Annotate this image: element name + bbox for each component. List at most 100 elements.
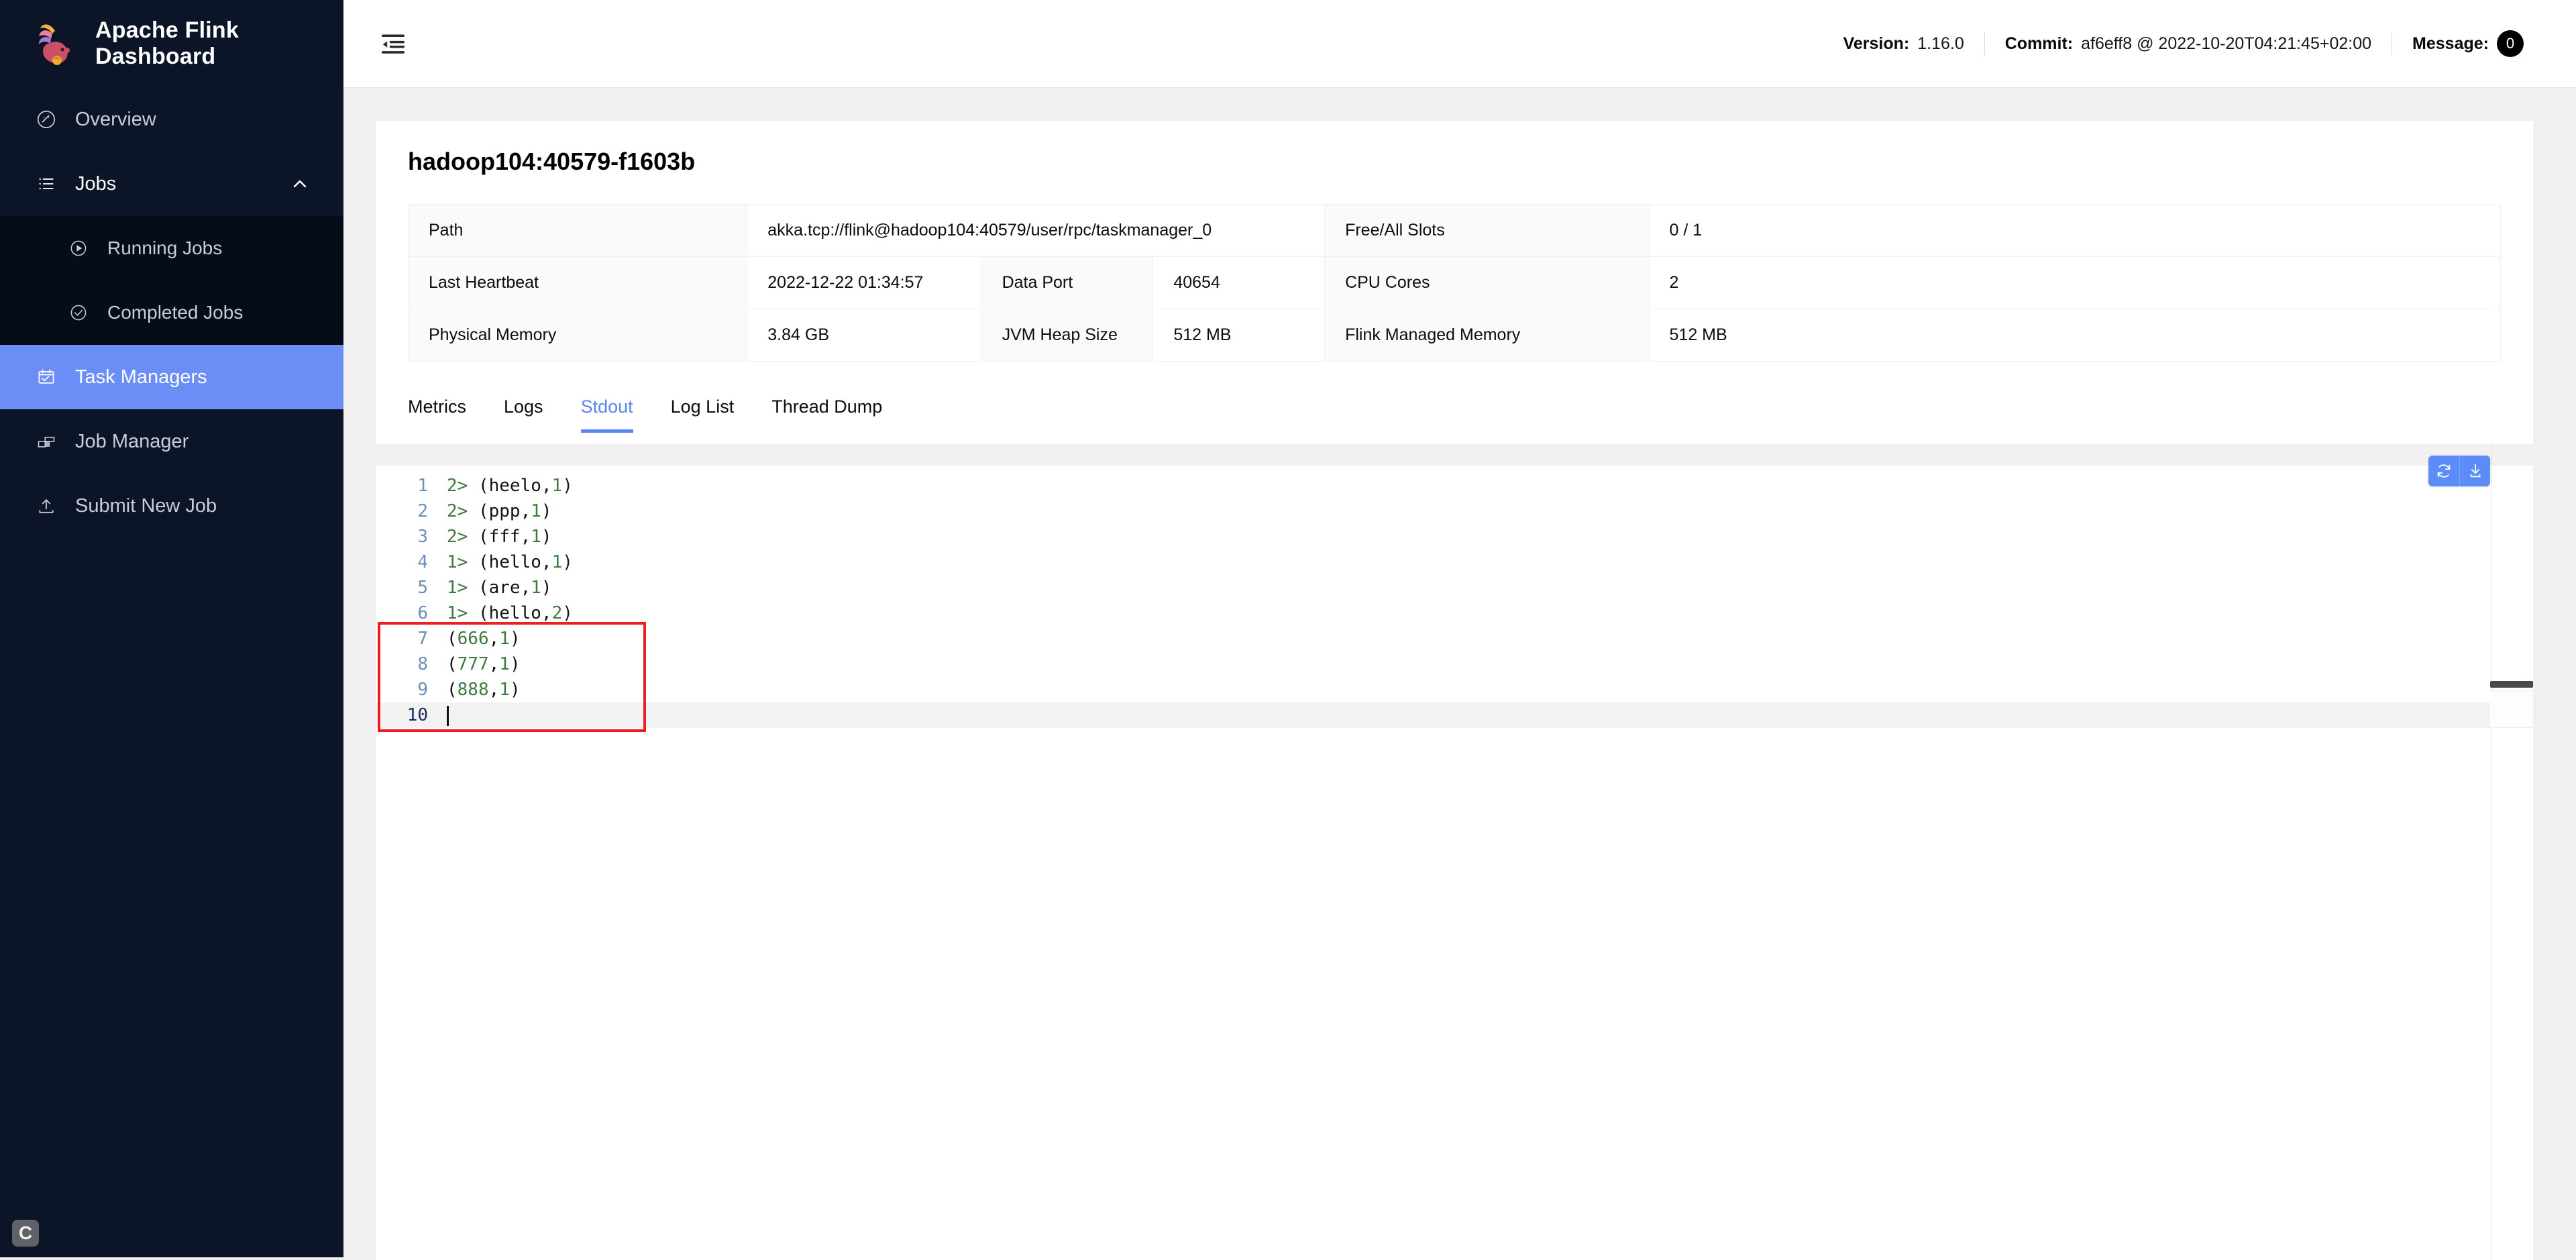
- code-line[interactable]: 9 (888,1): [376, 677, 2533, 702]
- viewer-top-strip: [376, 445, 2533, 466]
- detail-tabs: Metrics Logs Stdout Log List Thread Dump: [376, 390, 2533, 445]
- top-header: Version: 1.16.0 Commit: af6eff8 @ 2022-1…: [343, 0, 2576, 88]
- job-manager-icon: [35, 430, 58, 453]
- line-number: 7: [417, 629, 428, 649]
- code-line[interactable]: 5 1> (are,1): [376, 575, 2533, 600]
- sidebar-item-label: Running Jobs: [107, 238, 223, 258]
- sidebar-item-label: Completed Jobs: [107, 302, 244, 323]
- version-value: 1.16.0: [1917, 34, 1964, 53]
- info-value-cell: 2: [1648, 256, 2502, 309]
- text-cursor: [447, 705, 449, 726]
- viewer-scroll-track: [2490, 690, 2533, 728]
- viewer-action-buttons: [2428, 456, 2490, 486]
- stdout-viewer: 1 2> (heelo,1) 2 2> (ppp,1) 3 2> (fff,1) 4 1> (…: [376, 445, 2533, 1260]
- commit-label: Commit:: [2004, 34, 2074, 53]
- stdout-code-area[interactable]: 1 2> (heelo,1) 2 2> (ppp,1) 3 2> (fff,1) 4 1> (…: [376, 466, 2533, 728]
- info-value-cell: 512 MB: [1152, 309, 1326, 362]
- corner-brand-badge[interactable]: C: [12, 1220, 39, 1247]
- line-number: 5: [417, 578, 428, 598]
- commit-value: af6eff8 @ 2022-10-20T04:21:45+02:00: [2081, 34, 2372, 53]
- sidebar-item-jobs[interactable]: Jobs: [0, 152, 343, 216]
- refresh-button[interactable]: [2428, 456, 2459, 486]
- message-group[interactable]: Message: 0: [2392, 30, 2544, 57]
- line-number: 2: [417, 501, 428, 521]
- line-number: 4: [417, 552, 428, 572]
- message-label: Message:: [2412, 34, 2489, 53]
- info-label-cell: Last Heartbeat: [407, 256, 748, 309]
- code-line[interactable]: 2 2> (ppp,1): [376, 498, 2533, 524]
- sidebar-item-label: Overview: [75, 108, 156, 130]
- code-line[interactable]: 6 1> (hello,2): [376, 600, 2533, 626]
- info-label-cell: JVM Heap Size: [981, 309, 1154, 362]
- sidebar-item-label: Jobs: [75, 172, 117, 195]
- table-row: Physical Memory 3.84 GB JVM Heap Size 512 M…: [407, 309, 2502, 362]
- sidebar-item-overview[interactable]: Overview: [0, 87, 343, 152]
- page-title: hadoop104:40579-f1603b: [408, 148, 696, 175]
- sidebar-item-label: Job Manager: [75, 430, 189, 452]
- chevron-up-icon[interactable]: [291, 175, 309, 193]
- tab-logs[interactable]: Logs: [504, 390, 543, 432]
- tab-thread-dump[interactable]: Thread Dump: [771, 390, 882, 432]
- message-count-badge[interactable]: 0: [2497, 30, 2524, 57]
- info-value-cell: 0 / 1: [1648, 204, 2502, 257]
- commit-group: Commit: af6eff8 @ 2022-10-20T04:21:45+02…: [1985, 34, 2392, 54]
- list-icon: [35, 172, 58, 195]
- tab-stdout[interactable]: Stdout: [580, 390, 633, 433]
- dashboard-gauge-icon: [35, 108, 58, 131]
- code-line[interactable]: 3 2> (fff,1): [376, 524, 2533, 549]
- menu-fold-icon[interactable]: [376, 26, 411, 61]
- sidebar-item-label: Submit New Job: [75, 494, 217, 517]
- sidebar-item-running-jobs[interactable]: Running Jobs: [0, 216, 343, 280]
- sidebar-item-completed-jobs[interactable]: Completed Jobs: [0, 280, 343, 345]
- info-label-cell: Flink Managed Memory: [1324, 309, 1650, 362]
- viewer-scrollbar-thumb[interactable]: [2490, 681, 2533, 688]
- line-number: 8: [417, 654, 428, 674]
- code-line-text: 1> (hello,2): [447, 603, 573, 623]
- info-label-cell: Path: [407, 204, 748, 257]
- code-line-text: 2> (fff,1): [447, 527, 552, 547]
- code-line[interactable]: 10: [376, 702, 2533, 728]
- check-circle-icon: [67, 301, 90, 324]
- code-line-text: (777,1): [447, 654, 521, 674]
- table-row: Last Heartbeat 2022-12-22 01:34:57 Data Po…: [407, 256, 2502, 309]
- info-label-cell: Free/All Slots: [1324, 204, 1650, 257]
- code-line-text: (888,1): [447, 680, 521, 700]
- info-value-cell: 3.84 GB: [747, 309, 982, 362]
- play-circle-icon: [67, 237, 90, 260]
- info-value-cell: 2022-12-22 01:34:57: [747, 256, 982, 309]
- corner-brand-letter: C: [18, 1222, 33, 1243]
- code-line[interactable]: 7 (666,1): [376, 626, 2533, 651]
- info-label-cell: CPU Cores: [1324, 256, 1650, 309]
- tab-log-list[interactable]: Log List: [671, 390, 735, 432]
- code-line-text: [437, 702, 449, 728]
- line-number: 6: [417, 603, 428, 623]
- taskmanager-info-table: Path akka.tcp://flink@hadoop104:40579/use…: [407, 204, 2502, 362]
- sidebar-item-task-managers[interactable]: Task Managers: [0, 345, 343, 409]
- sidebar-submenu-jobs: Running Jobs Completed Jobs: [0, 216, 343, 345]
- sidebar-item-job-manager[interactable]: Job Manager: [0, 409, 343, 474]
- brand-title: Apache Flink Dashboard: [95, 17, 239, 69]
- info-label-cell: Physical Memory: [407, 309, 748, 362]
- code-line[interactable]: 4 1> (hello,1): [376, 549, 2533, 575]
- brand-header[interactable]: Apache Flink Dashboard: [0, 0, 343, 87]
- code-line[interactable]: 1 2> (heelo,1): [376, 473, 2533, 498]
- version-label: Version:: [1843, 34, 1910, 53]
- info-value-cell: 40654: [1152, 256, 1326, 309]
- code-line-text: 2> (ppp,1): [447, 501, 552, 521]
- line-number: 1: [417, 476, 428, 496]
- table-row: Path akka.tcp://flink@hadoop104:40579/use…: [407, 204, 2502, 257]
- info-label-cell: Data Port: [981, 256, 1154, 309]
- version-group: Version: 1.16.0: [1843, 34, 1984, 54]
- info-value-cell: 512 MB: [1648, 309, 2502, 362]
- taskmanager-detail-card: hadoop104:40579-f1603b Path akka.tcp://fl…: [376, 121, 2533, 1260]
- code-line-text: 1> (hello,1): [447, 552, 573, 572]
- flink-squirrel-logo-icon: [35, 20, 76, 67]
- line-number: 3: [417, 527, 428, 547]
- download-button[interactable]: [2459, 456, 2490, 486]
- info-value-cell: akka.tcp://flink@hadoop104:40579/user/rp…: [747, 204, 1326, 257]
- code-line[interactable]: 8 (777,1): [376, 651, 2533, 677]
- sidebar-item-submit-new-job[interactable]: Submit New Job: [0, 474, 343, 538]
- tab-metrics[interactable]: Metrics: [408, 390, 466, 432]
- sidebar: Apache Flink Dashboard Overview Jobs Run…: [0, 0, 343, 1257]
- task-manager-icon: [35, 366, 58, 388]
